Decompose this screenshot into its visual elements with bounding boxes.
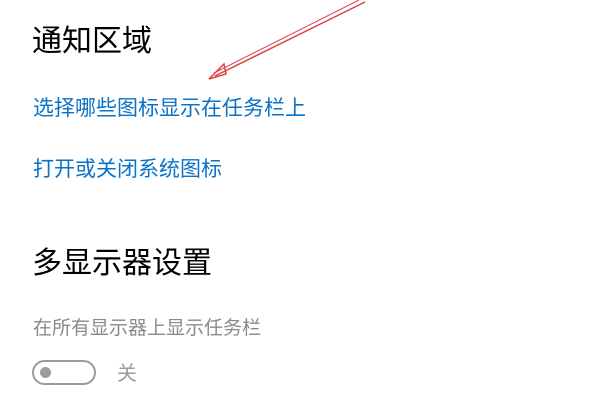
show-taskbar-all-displays-toggle[interactable] — [32, 360, 96, 385]
taskbar-settings-page: 通知区域 选择哪些图标显示在任务栏上 打开或关闭系统图标 多显示器设置 在所有显… — [0, 0, 600, 400]
notification-area-heading: 通知区域 — [32, 24, 152, 59]
toggle-knob — [40, 367, 51, 378]
choose-taskbar-icons-link[interactable]: 选择哪些图标显示在任务栏上 — [33, 95, 306, 121]
show-taskbar-all-displays-label: 在所有显示器上显示任务栏 — [33, 317, 262, 339]
annotation-arrow-icon — [208, 0, 366, 80]
multiple-displays-heading: 多显示器设置 — [32, 246, 212, 281]
system-icons-toggle-link[interactable]: 打开或关闭系统图标 — [33, 156, 222, 182]
toggle-state-label: 关 — [117, 361, 137, 385]
